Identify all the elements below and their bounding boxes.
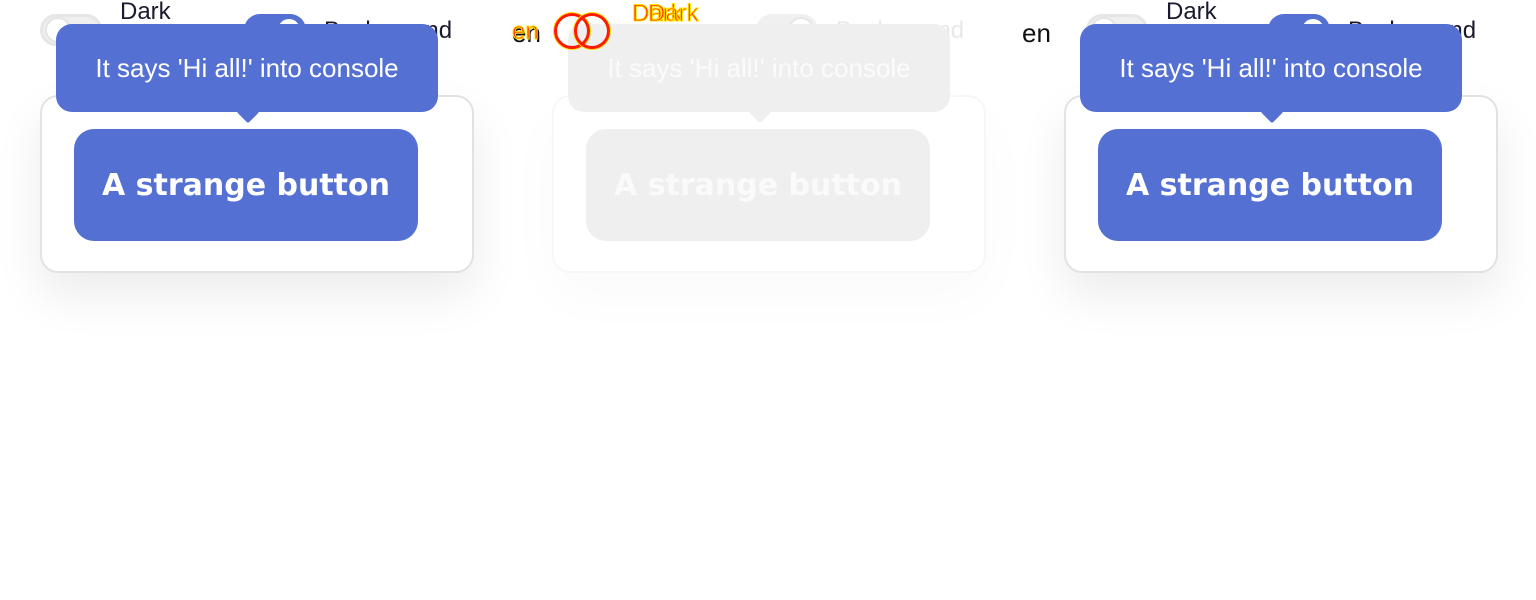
preview-panel-2: Background en A strange button It says '…: [512, 0, 1024, 600]
button-card: A strange button: [40, 95, 474, 273]
strange-button[interactable]: A strange button: [1098, 129, 1442, 241]
preview-panel-3: en Dark Background A strange button It s…: [1022, 0, 1536, 600]
dark-label: Dark: [120, 0, 171, 25]
button-card: A strange button: [552, 95, 986, 273]
preview-panel-1: Dark Background A strange button It says…: [0, 0, 512, 600]
strange-button[interactable]: A strange button: [74, 129, 418, 241]
glitch-text-1: en: [512, 18, 540, 46]
glitch-ring-2: [574, 13, 610, 49]
tooltip: It says 'Hi all!' into console: [1080, 24, 1462, 124]
tooltip: It says 'Hi all!' into console: [56, 24, 438, 124]
language-label[interactable]: en: [1022, 18, 1051, 49]
tooltip-text: It says 'Hi all!' into console: [1119, 52, 1423, 83]
glitch-overlay: en Dark Dark: [512, 0, 1024, 60]
tooltip-text: It says 'Hi all!' into console: [95, 52, 399, 83]
glitch-text-3: Dark: [648, 0, 700, 28]
strange-button[interactable]: A strange button: [586, 129, 930, 241]
button-card: A strange button: [1064, 95, 1498, 273]
dark-label: Dark: [1166, 0, 1217, 25]
